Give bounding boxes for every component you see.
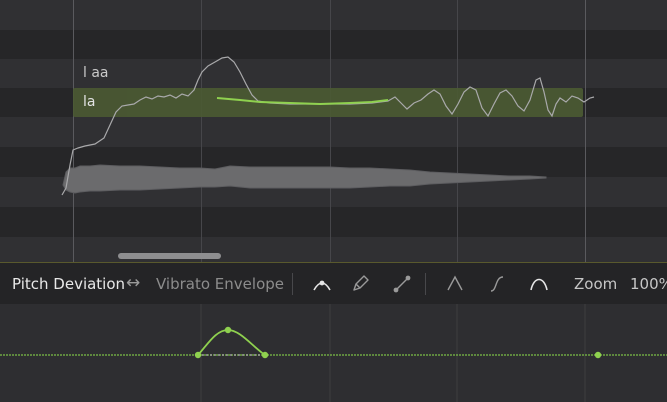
line-icon[interactable] (390, 272, 414, 296)
curve-select-icon[interactable] (310, 272, 334, 296)
control-point[interactable] (194, 351, 202, 359)
s-curve-icon[interactable] (485, 272, 509, 296)
control-point[interactable] (594, 351, 602, 359)
pitch-adjusted-segment[interactable] (216, 97, 389, 106)
horizontal-scrollbar[interactable] (118, 253, 221, 259)
bump-curve[interactable] (197, 329, 266, 356)
control-point[interactable] (261, 351, 269, 359)
divider (292, 273, 293, 295)
zoom-value[interactable]: 100% (630, 275, 667, 293)
parameter-curve-area[interactable] (0, 304, 667, 402)
divider (425, 273, 426, 295)
audio-waveform (62, 164, 547, 194)
sharp-peak-icon[interactable] (443, 272, 467, 296)
control-point[interactable] (224, 326, 232, 334)
editor-window: l aa la Pitch Deviation ↔ Vibrato Envelo… (0, 0, 667, 402)
parameter-lane[interactable] (0, 304, 667, 402)
pencil-icon[interactable] (348, 272, 372, 296)
swap-icon[interactable]: ↔ (126, 274, 140, 292)
pitch-overlay (61, 56, 595, 196)
parameter-tab-pitch-deviation[interactable]: Pitch Deviation (12, 275, 125, 293)
arch-icon[interactable] (527, 272, 551, 296)
parameter-toolbar: Pitch Deviation ↔ Vibrato Envelope Zoom … (0, 262, 667, 304)
piano-roll[interactable]: l aa la (0, 0, 667, 262)
zoom-label: Zoom (574, 275, 618, 293)
parameter-tab-vibrato-envelope[interactable]: Vibrato Envelope (156, 275, 284, 293)
